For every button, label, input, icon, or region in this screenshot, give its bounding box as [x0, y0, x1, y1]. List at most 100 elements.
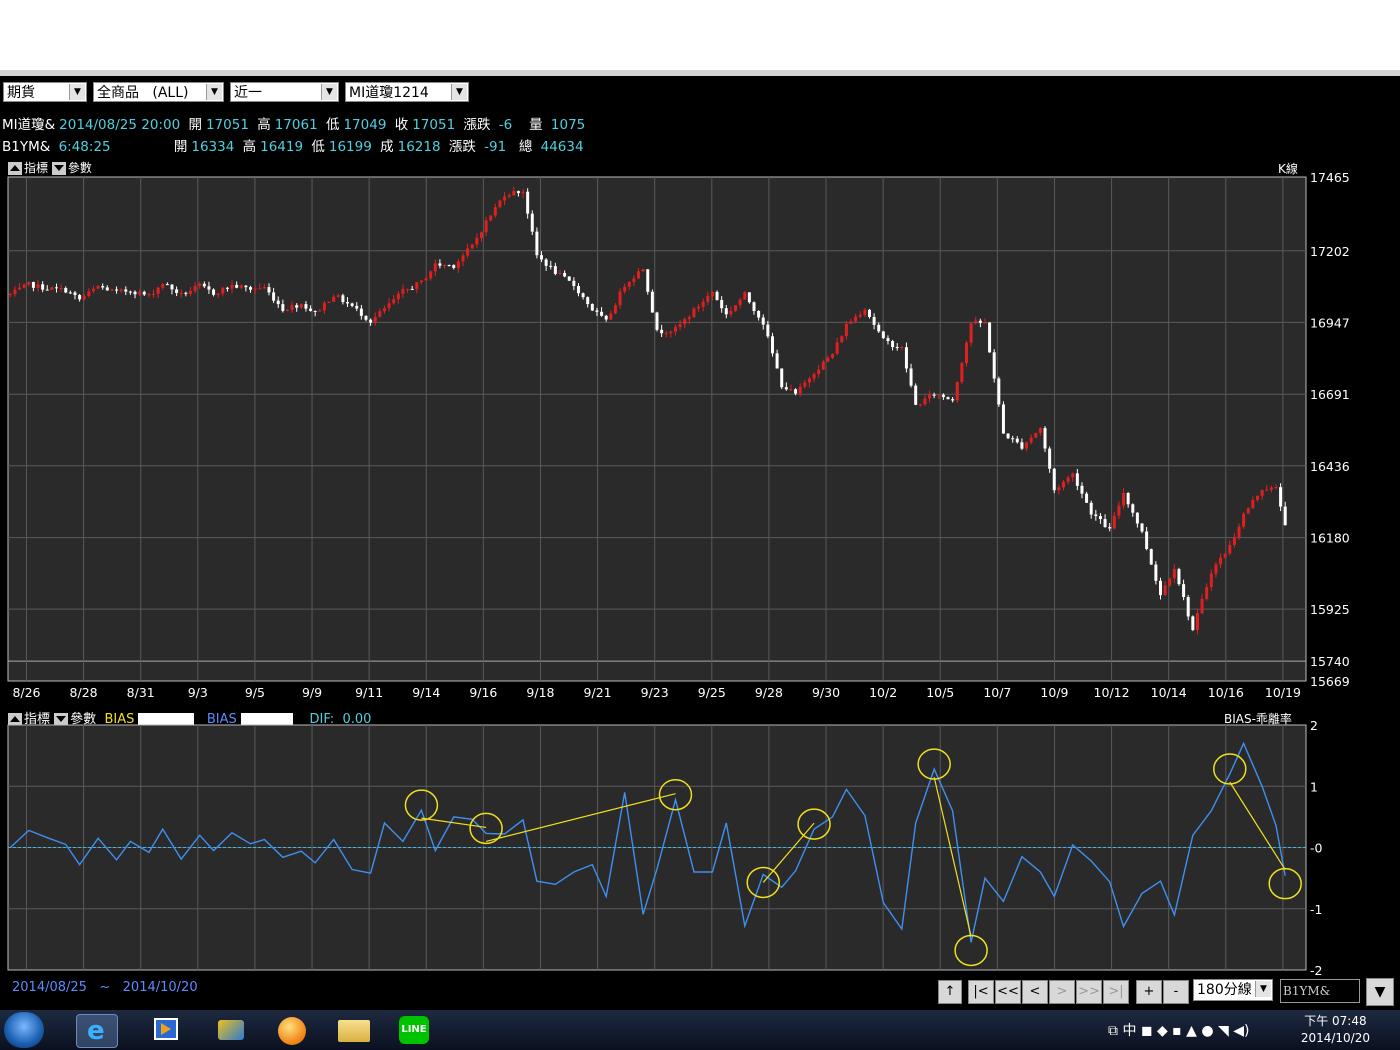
indicator-tab-icon[interactable] [8, 162, 22, 175]
month-select[interactable]: 近一 ▼ [230, 82, 339, 102]
candle-body [221, 287, 225, 294]
candle-body [267, 287, 271, 293]
candle-body [244, 285, 248, 288]
annotation-line [485, 793, 676, 842]
candle-body [45, 289, 49, 291]
candle-body [188, 290, 192, 294]
candle-body [336, 295, 340, 297]
candle-body [1080, 485, 1084, 494]
candle-body [378, 311, 382, 317]
kline-x-tick: 9/21 [584, 685, 612, 700]
chevron-down-icon[interactable]: ▼ [69, 84, 85, 100]
bias-y-tick: 1 [1310, 779, 1318, 794]
candle-body [253, 288, 257, 290]
symbol-dropdown-button[interactable]: ▼ [1366, 978, 1394, 1006]
tray-icons[interactable]: ⧉ 中 ◼ ◆ ▪ ▲ ● ◥ ◀) [1108, 1020, 1249, 1040]
candle-body [262, 287, 266, 289]
candle-body [22, 284, 26, 288]
annotation-circle [1268, 867, 1302, 900]
high-label: 高 [257, 117, 271, 133]
nav-first-button[interactable]: |< [968, 980, 994, 1004]
candle-body [1103, 519, 1107, 528]
candle-body [313, 310, 317, 312]
bias-tabs: 指標 參數 BIAS BIAS DIF: 0.00 [8, 708, 371, 727]
open-value: 16334 [191, 139, 235, 155]
interval-select[interactable]: 180分線 ▼ [1193, 979, 1273, 1001]
candle-body [516, 191, 520, 194]
indicator-tab-icon[interactable] [8, 713, 22, 726]
time: 6:48:25 [58, 139, 111, 155]
candle-body [165, 284, 169, 286]
nav-prev-page-button[interactable]: << [995, 980, 1021, 1004]
candle-body [373, 316, 377, 323]
candle-body [1108, 527, 1112, 529]
nav-next-page-button[interactable]: >> [1076, 980, 1102, 1004]
candle-body [433, 263, 437, 272]
symbol: B1YM& [2, 139, 51, 155]
bias-y-tick: -1 [1310, 902, 1322, 917]
candle-body [581, 293, 585, 298]
indicator-tab[interactable]: 指標 [24, 712, 50, 727]
param-tab-icon[interactable] [51, 162, 66, 175]
chevron-down-icon[interactable]: ▼ [206, 84, 222, 100]
candle-body [826, 357, 830, 362]
candle-body [419, 280, 423, 283]
candle-body [988, 322, 992, 353]
line-app-icon[interactable]: LINE [396, 1014, 436, 1046]
symbol-input[interactable]: B1YM& [1280, 979, 1360, 1003]
candle-body [540, 255, 544, 260]
folder-icon[interactable] [334, 1014, 374, 1046]
kline-y-tick: 16180 [1310, 531, 1350, 546]
candle-body [1094, 514, 1098, 517]
candle-body [530, 213, 534, 232]
app-icon[interactable] [212, 1014, 252, 1046]
nav-last-button[interactable]: >| [1103, 980, 1129, 1004]
indicator-tab[interactable]: 指標 [24, 161, 48, 175]
candle-body [1265, 489, 1269, 491]
nav-up-button[interactable]: ↑ [938, 980, 962, 1004]
market-select[interactable]: 期貨 ▼ [3, 82, 87, 102]
candle-body [844, 323, 848, 337]
zoom-out-button[interactable]: - [1163, 980, 1189, 1004]
candle-body [318, 310, 322, 312]
candle-body [369, 319, 373, 323]
chevron-down-icon[interactable]: ▼ [321, 84, 337, 100]
ie-icon[interactable]: e [76, 1014, 118, 1048]
candle-body [59, 288, 63, 290]
candle-body [27, 281, 31, 285]
kline-plot-area [7, 176, 1307, 682]
ball-icon[interactable] [272, 1014, 312, 1046]
clock[interactable]: 下午 07:48 2014/10/20 [1301, 1013, 1370, 1047]
candle-body [142, 291, 146, 295]
param-tab-icon[interactable] [54, 713, 69, 726]
chevron-down-icon[interactable]: ▼ [1255, 981, 1271, 997]
nav-prev-button[interactable]: < [1022, 980, 1048, 1004]
candle-body [1089, 502, 1093, 515]
candle-body [1237, 526, 1241, 538]
range-end: 2014/10/20 [122, 980, 198, 995]
candle-body [553, 266, 557, 274]
bias-plot-area [7, 724, 1307, 971]
candle-body [493, 207, 497, 216]
nav-next-button[interactable]: > [1049, 980, 1075, 1004]
close-label: 收 [394, 117, 409, 133]
kline-x-tick: 9/9 [302, 685, 322, 700]
candle-body [406, 288, 410, 290]
start-button-icon[interactable] [4, 1012, 44, 1048]
chevron-down-icon[interactable]: ▼ [451, 84, 467, 100]
candle-body [595, 310, 599, 312]
param-tab[interactable]: 參數 [68, 161, 92, 175]
zoom-in-button[interactable]: + [1136, 980, 1162, 1004]
param-tab[interactable]: 參數 [70, 712, 96, 727]
media-player-icon[interactable] [148, 1014, 188, 1046]
kline-x-tick: 10/2 [869, 685, 897, 700]
product-select[interactable]: 全商品 (ALL) ▼ [93, 82, 224, 102]
candle-body [332, 296, 336, 302]
contract-select[interactable]: MI道瓊1214 ▼ [345, 82, 469, 102]
annotation-circle [1213, 753, 1247, 785]
candle-body [68, 292, 72, 294]
kline-x-tick: 10/16 [1208, 685, 1244, 700]
bias1-label: BIAS [104, 712, 135, 727]
candle-body [692, 308, 696, 318]
candle-body [669, 331, 673, 334]
